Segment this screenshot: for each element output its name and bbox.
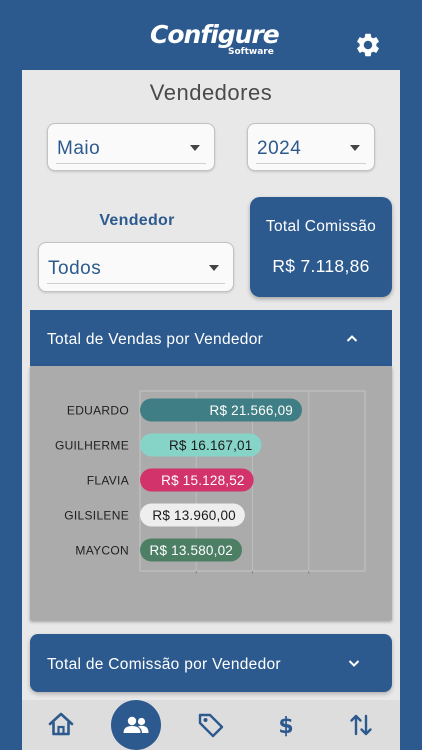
select-underline <box>56 163 206 164</box>
gear-icon[interactable] <box>354 31 382 59</box>
logo-main-text: Configure <box>150 20 280 49</box>
chart-category-label: FLAVIA <box>87 474 129 488</box>
chevron-down-icon <box>350 145 360 151</box>
year-select[interactable]: 2024 <box>247 123 375 171</box>
select-underline <box>256 163 366 164</box>
chevron-down-icon <box>190 145 200 151</box>
users-icon[interactable] <box>111 700 161 750</box>
vendas-chart: EDUARDO R$ 21.566,09 GUILHERME R$ 16.167,01… <box>30 366 392 620</box>
top-bar: Configure Software <box>0 0 422 70</box>
month-select[interactable]: Maio <box>47 123 215 171</box>
vendas-accordion-title: Total de Vendas por Vendedor <box>47 331 264 348</box>
logo-sub-text: Software <box>228 47 274 57</box>
chevron-down-icon <box>209 265 219 271</box>
page-title: Vendedores <box>149 80 273 105</box>
svg-text:$: $ <box>278 714 293 739</box>
comissao-accordion-title: Total de Comissão por Vendedor <box>47 656 281 673</box>
vendedor-select-value: Todos <box>48 258 102 279</box>
chart-category-label: GILSILENE <box>64 509 129 523</box>
comissao-accordion-header[interactable]: Total de Comissão por Vendedor <box>30 634 392 692</box>
vendedor-label: Vendedor <box>99 212 175 229</box>
chart-category-label: MAYCON <box>75 544 129 558</box>
vendas-chart-svg: EDUARDO R$ 21.566,09 GUILHERME R$ 16.167,01… <box>55 390 366 574</box>
tag-icon[interactable] <box>186 700 236 750</box>
home-icon[interactable] <box>36 700 86 750</box>
chart-category-label: GUILHERME <box>55 439 129 453</box>
configure-logo: Configure Software <box>150 20 280 58</box>
chart-data-label: R$ 13.580,02 <box>150 543 233 558</box>
month-select-value: Maio <box>57 138 101 159</box>
total-comissao-value: R$ 7.118,86 <box>272 256 370 276</box>
total-comissao-card: Total Comissão R$ 7.118,86 <box>250 197 392 297</box>
dollar-icon[interactable]: $ <box>261 700 311 750</box>
main-panel: Vendedores Maio 2024 Vendedor Todos Tota… <box>22 70 400 700</box>
chevron-down-icon <box>348 656 360 668</box>
chart-data-label: R$ 13.960,00 <box>152 508 235 523</box>
chevron-up-icon <box>346 332 358 344</box>
chart-category-label: EDUARDO <box>67 404 129 418</box>
sort-arrows-icon[interactable] <box>336 700 386 750</box>
chart-data-label: R$ 16.167,01 <box>169 438 252 453</box>
vendas-accordion-header[interactable]: Total de Vendas por Vendedor <box>30 310 392 366</box>
total-comissao-label: Total Comissão <box>265 218 377 235</box>
chart-data-label: R$ 15.128,52 <box>161 473 244 488</box>
select-underline <box>47 283 225 284</box>
year-select-value: 2024 <box>257 138 302 159</box>
vendedor-select[interactable]: Todos <box>38 242 234 292</box>
chart-data-label: R$ 21.566,09 <box>210 403 293 418</box>
bottom-nav: $ <box>22 700 400 750</box>
